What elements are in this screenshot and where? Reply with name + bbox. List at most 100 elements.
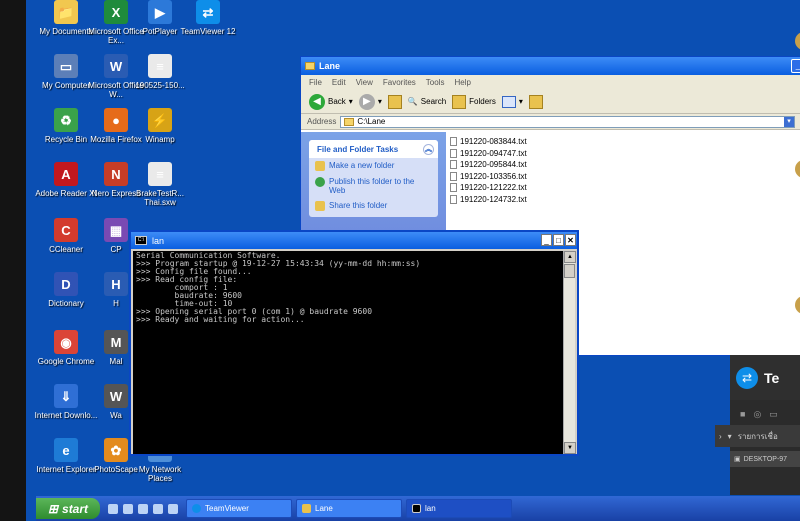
menu-edit[interactable]: Edit (332, 78, 346, 87)
teamviewer-icon: ⇄ (196, 0, 220, 24)
folder-icon (344, 117, 355, 126)
dropdown-arrow-icon: ▾ (518, 97, 523, 106)
window-title: Lane (319, 61, 341, 71)
folder-icon (302, 504, 311, 513)
up-folder-button[interactable] (387, 94, 402, 109)
windows-logo-icon: ⊞ (47, 501, 59, 516)
teamviewer-dot (795, 32, 800, 50)
console-maximize-button[interactable]: □ (553, 234, 564, 246)
viewer-left-frame (0, 0, 26, 521)
firefox-icon: ● (104, 108, 128, 132)
back-arrow-icon: ◀ (309, 93, 325, 110)
show-desktop-icon[interactable] (108, 503, 118, 514)
quick-launch-icon[interactable] (138, 503, 148, 514)
text-file-icon (450, 160, 457, 170)
sync-button[interactable] (528, 94, 543, 109)
desktop-icon[interactable]: ≡ 190525-150... (128, 54, 192, 90)
console-titlebar[interactable]: C:\ lan (131, 232, 577, 249)
chevron-right-icon[interactable]: › (719, 432, 722, 441)
tasks-header[interactable]: File and Folder Tasks ︽ (309, 140, 438, 158)
text-file-icon (450, 148, 457, 158)
document-icon: ≡ (148, 54, 172, 78)
forward-arrow-icon: ▶ (358, 93, 375, 110)
task-make-new-folder[interactable]: Make a new folder (309, 158, 438, 174)
menu-favorites[interactable]: Favorites (383, 78, 416, 87)
word-icon: W (104, 54, 128, 78)
address-label: Address (307, 117, 337, 126)
idm-icon: ⇓ (54, 384, 78, 408)
address-dropdown-icon[interactable]: ▾ (784, 116, 794, 127)
search-button[interactable]: 🔍 Search (408, 97, 446, 106)
desktop-entry[interactable]: ▣ DESKTOP-97 (730, 451, 800, 467)
cpu-icon: ▦ (104, 218, 128, 242)
forward-button[interactable]: ▶ ▾ (358, 93, 382, 110)
desktop-icon-label: BrakeTestR... Thai.sxw (135, 189, 184, 207)
teamviewer-logo-icon: ⇄ (736, 366, 758, 389)
console-close-button[interactable]: ✕ (565, 234, 576, 246)
console-scrollbar[interactable]: ▲ ▼ (563, 251, 576, 454)
headset-icon[interactable]: ◎ (753, 409, 761, 420)
excel-icon: X (104, 0, 128, 24)
new-folder-icon (315, 161, 325, 171)
file-item[interactable]: 191220-095844.txt (450, 159, 800, 171)
menu-view[interactable]: View (356, 78, 373, 87)
menu-file[interactable]: File (309, 78, 322, 87)
folders-icon (452, 94, 467, 109)
menu-help[interactable]: Help (454, 78, 470, 87)
search-icon: 🔍 (407, 97, 418, 106)
desktop-icon-label: Winamp (145, 135, 175, 144)
views-button[interactable]: ▾ (501, 95, 523, 108)
sync-icon (528, 94, 543, 109)
explorer-titlebar[interactable]: Lane (301, 57, 800, 75)
taskbar-item-teamviewer[interactable]: TeamViewer (186, 499, 292, 518)
address-bar: Address C:\Lane ▾ → (301, 114, 800, 130)
session-list-row[interactable]: › ▾ รายการเชื่อ (715, 425, 800, 447)
file-item[interactable]: 191220-083844.txt (450, 136, 800, 148)
menu-tools[interactable]: Tools (426, 78, 445, 87)
desktop-icon[interactable]: ≡ BrakeTestR... Thai.sxw (128, 162, 192, 207)
file-item[interactable]: 191220-124732.txt (450, 194, 800, 206)
scroll-thumb[interactable] (564, 264, 575, 278)
collapse-chevron-icon[interactable]: ︽ (423, 143, 434, 155)
address-input[interactable]: C:\Lane ▾ (340, 115, 795, 128)
menubar: File Edit View Favorites Tools Help (301, 75, 800, 90)
my-documents-icon: 📁 (54, 0, 78, 24)
quick-launch-icon[interactable] (168, 503, 178, 514)
globe-icon (315, 177, 325, 187)
chat-icon[interactable]: ▭ (769, 409, 778, 420)
views-icon (501, 95, 516, 108)
quick-launch-icon[interactable] (153, 503, 163, 514)
taskbar-item-lane[interactable]: Lane (296, 499, 402, 518)
taskbar-item-lan[interactable]: lan (406, 499, 512, 518)
console-minimize-button[interactable]: _ (541, 234, 552, 246)
teamviewer-panel: ⇄ Te ■ ◎ ▭ › ▾ รายการเชื่อ ▣ DESKTOP-97 (715, 355, 800, 495)
desktop-icon[interactable]: ⚡ Winamp (128, 108, 192, 144)
recycle-bin-icon: ♻ (54, 108, 78, 132)
chevron-down-icon: ▾ (727, 431, 732, 441)
dropdown-arrow-icon: ▾ (377, 97, 382, 106)
file-item[interactable]: 191220-094747.txt (450, 148, 800, 160)
task-share-folder[interactable]: Share this folder (309, 198, 438, 217)
scroll-down-icon[interactable]: ▼ (564, 442, 576, 454)
app-icon: H (104, 272, 128, 296)
dictionary-icon: D (54, 272, 78, 296)
scroll-up-icon[interactable]: ▲ (564, 251, 576, 263)
start-button[interactable]: ⊞ start (36, 498, 100, 519)
quick-launch-icon[interactable] (123, 503, 133, 514)
adobe-reader-icon: A (54, 162, 78, 186)
minimize-button[interactable]: _ (791, 59, 800, 73)
file-item[interactable]: 191220-121222.txt (450, 182, 800, 194)
my-computer-icon: ▭ (54, 54, 78, 78)
taskbar: ⊞ start TeamViewer Lane lan (36, 496, 800, 521)
back-button[interactable]: ◀ Back ▾ (309, 93, 353, 110)
explorer-toolbar: ◀ Back ▾ ▶ ▾ 🔍 Search Folders ▾ (301, 90, 800, 114)
console-output[interactable]: Serial Communication Software. >>> Progra… (133, 251, 565, 454)
desktop-icon-label: TeamViewer 12 (180, 27, 236, 36)
task-publish-to-web[interactable]: Publish this folder to the Web (309, 174, 438, 198)
camera-icon[interactable]: ■ (740, 409, 745, 419)
text-file-icon (450, 137, 457, 147)
desktop-icon[interactable]: ⇄ TeamViewer 12 (176, 0, 240, 36)
file-item[interactable]: 191220-103356.txt (450, 171, 800, 183)
folders-button[interactable]: Folders (452, 94, 496, 109)
dropdown-arrow-icon: ▾ (348, 97, 353, 106)
